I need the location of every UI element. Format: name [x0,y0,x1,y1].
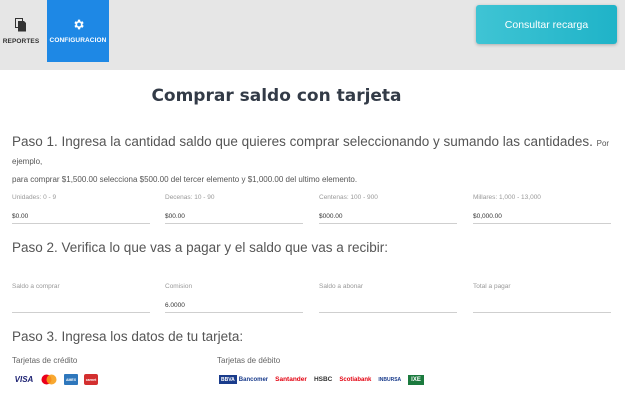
millares-underline [473,223,611,224]
ixe-logo: IXE [408,374,424,385]
unidades-field[interactable]: Unidades: 0 - 9 $0.00 [12,194,150,224]
credit-cards-label: Tarjetas de crédito [12,356,78,365]
decenas-field[interactable]: Decenas: 10 - 90 $00.00 [165,194,303,224]
nav-reportes-label: REPORTES [2,37,40,45]
nav-configuracion[interactable]: CONFIGURACION [47,0,109,62]
bbva-logo: BBVA [219,375,237,384]
comision-underline [165,312,303,313]
scotiabank-logo: Scotiabank [339,376,372,383]
inbursa-logo: INBURSA [378,376,402,383]
total-pagar-field: Total a pagar [473,283,611,313]
top-bar: REPORTES CONFIGURACION Consultar recarga [0,0,625,70]
saldo-abonar-underline [319,312,457,313]
unidades-value[interactable]: $0.00 [12,213,150,220]
centenas-value[interactable]: $000.00 [319,213,457,220]
total-pagar-underline [473,312,611,313]
visa-logo: VISA [14,375,34,384]
comision-value: 6.0000 [165,302,185,309]
step3-instructions: Paso 3. Ingresa los datos de tu tarjeta: [12,329,244,344]
saldo-comprar-field: Saldo a comprar [12,283,150,313]
saldo-abonar-label: Saldo a abonar [319,283,364,290]
total-pagar-value [473,302,611,309]
unidades-label: Unidades: 0 - 9 [12,194,57,201]
amex-logo: AMEX [64,374,78,385]
saldo-comprar-label: Saldo a comprar [12,283,60,290]
centenas-underline [319,223,457,224]
comision-field: Comision 6.0000 [165,283,303,313]
debit-cards-label: Tarjetas de débito [217,356,281,365]
saldo-abonar-field: Saldo a abonar [319,283,457,313]
credit-card-logos: VISA AMEX carnet [14,374,98,385]
nav-reportes[interactable]: REPORTES [0,0,42,62]
consultar-recarga-button[interactable]: Consultar recarga [476,5,617,44]
debit-card-logos: BBVA Bancomer Santander HSBC Scotiabank … [219,374,424,385]
gear-icon [73,19,84,30]
step1-text: Paso 1. Ingresa la cantidad saldo que qu… [12,134,593,149]
decenas-value[interactable]: $00.00 [165,213,303,220]
documents-icon [15,17,26,31]
santander-logo: Santander [275,376,307,383]
millares-value[interactable]: $0,000.00 [473,213,611,220]
page-title: Comprar saldo con tarjeta [151,86,402,106]
unidades-underline [12,223,150,224]
step1-hint-b: para comprar $1,500.00 selecciona $500.0… [12,175,358,184]
decenas-underline [165,223,303,224]
saldo-comprar-underline [12,312,150,313]
step1-instructions: Paso 1. Ingresa la cantidad saldo que qu… [12,134,617,188]
centenas-label: Centenas: 100 - 900 [319,194,378,201]
millares-label: Millares: 1,000 - 13,000 [473,194,541,201]
saldo-abonar-value [319,302,457,309]
millares-field[interactable]: Millares: 1,000 - 13,000 $0,000.00 [473,194,611,224]
step2-instructions: Paso 2. Verifica lo que vas a pagar y el… [12,240,388,255]
comision-label: Comision [165,283,193,290]
hsbc-logo: HSBC [313,376,333,383]
bancomer-logo-text: Bancomer [238,376,269,383]
saldo-comprar-value [12,302,150,309]
total-pagar-label: Total a pagar [473,283,511,290]
centenas-field[interactable]: Centenas: 100 - 900 $000.00 [319,194,457,224]
mastercard-logo [40,374,58,385]
nav-configuracion-label: CONFIGURACION [49,37,107,44]
decenas-label: Decenas: 10 - 90 [165,194,215,201]
bancomer-logo: BBVA Bancomer [219,374,268,385]
carnet-logo: carnet [84,374,98,385]
